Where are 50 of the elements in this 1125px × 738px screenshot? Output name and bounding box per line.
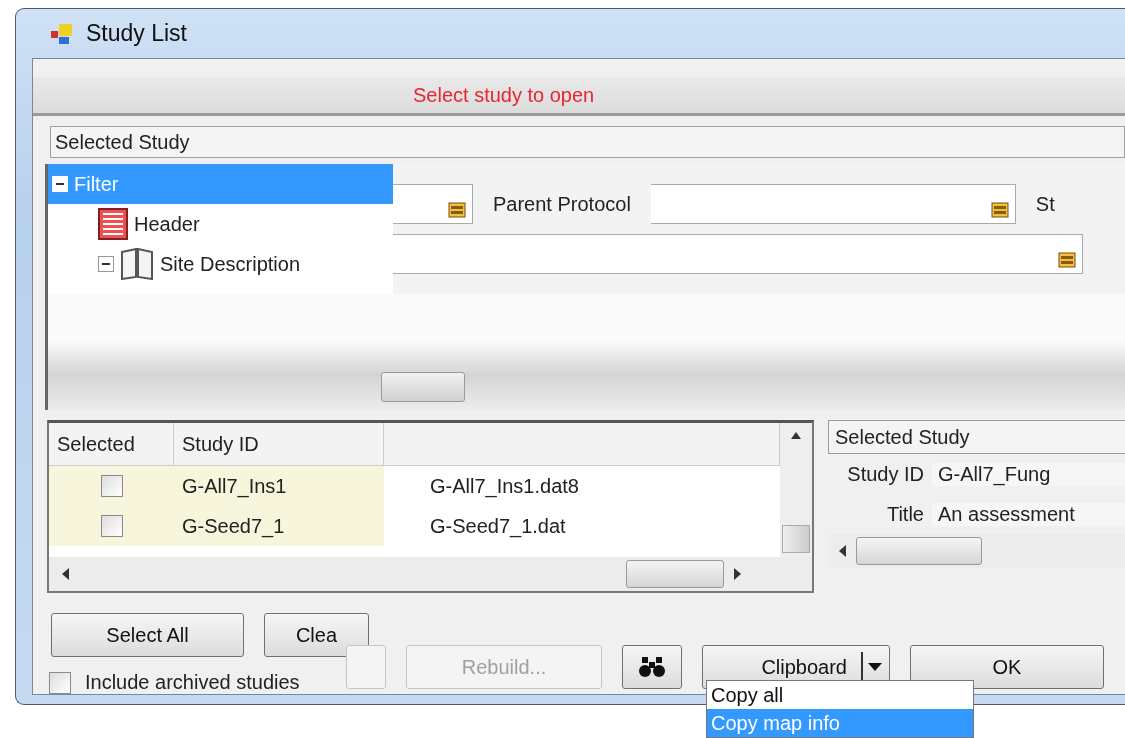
scrollbar-thumb[interactable] — [782, 525, 810, 553]
clear-button[interactable]: Clea — [264, 613, 369, 657]
scrollbar-thumb[interactable] — [856, 537, 982, 565]
input-field[interactable] — [650, 184, 1016, 224]
input-field[interactable] — [393, 184, 473, 224]
collapse-icon[interactable] — [98, 256, 114, 272]
checkbox-label: Include archived studies — [85, 671, 300, 694]
window-title: Study List — [86, 20, 187, 47]
field-label: Parent Protocol — [493, 192, 631, 216]
field-label: Title — [885, 502, 925, 526]
scroll-left-icon[interactable] — [61, 568, 69, 580]
field-label: St — [1035, 192, 1055, 216]
find-button[interactable] — [622, 645, 682, 689]
list-icon — [990, 201, 1009, 219]
table-cell: G-Seed7_1 — [174, 506, 384, 546]
binoculars-icon — [639, 656, 665, 678]
field-label: Study ID — [846, 462, 925, 486]
horizontal-scrollbar[interactable] — [828, 534, 1125, 568]
app-icon — [50, 22, 74, 45]
list-icon — [448, 201, 466, 219]
form-icon — [98, 208, 128, 240]
include-archived-checkbox[interactable]: Include archived studies — [49, 671, 360, 694]
scroll-up-icon[interactable] — [791, 431, 801, 439]
checkbox[interactable] — [100, 515, 123, 537]
ok-button[interactable]: OK — [910, 645, 1104, 689]
input-field[interactable] — [393, 234, 1083, 274]
panel-header: Selected Study — [828, 420, 1125, 454]
tree-label: Filter — [74, 172, 119, 196]
list-icon — [1058, 251, 1076, 269]
status-message: Select study to open — [413, 83, 595, 107]
field-value: G-All7_Fung — [932, 462, 1125, 486]
checkbox[interactable] — [49, 671, 71, 694]
scrollbar-thumb[interactable] — [381, 372, 465, 402]
scroll-left-icon[interactable] — [838, 545, 846, 557]
field-value: An assessment — [932, 502, 1125, 526]
book-icon — [120, 248, 154, 280]
tree-label: Site Description — [160, 252, 301, 276]
tree-item[interactable]: Header — [48, 204, 393, 244]
select-all-button[interactable]: Select All — [51, 613, 244, 657]
horizontal-scrollbar[interactable] — [49, 557, 812, 591]
checkbox[interactable] — [100, 475, 123, 497]
scrollbar-thumb[interactable] — [626, 560, 724, 588]
tree-item[interactable]: Site Description — [48, 244, 393, 284]
dropdown-arrow-icon — [867, 662, 883, 672]
tree-label: Header — [134, 212, 200, 236]
column-header[interactable]: Study ID — [174, 423, 384, 465]
panel-header: Selected Study — [50, 126, 1125, 158]
table-cell: G-All7_Ins1 — [174, 466, 384, 506]
scroll-right-icon[interactable] — [734, 568, 742, 580]
column-header[interactable]: Selected — [49, 423, 174, 465]
